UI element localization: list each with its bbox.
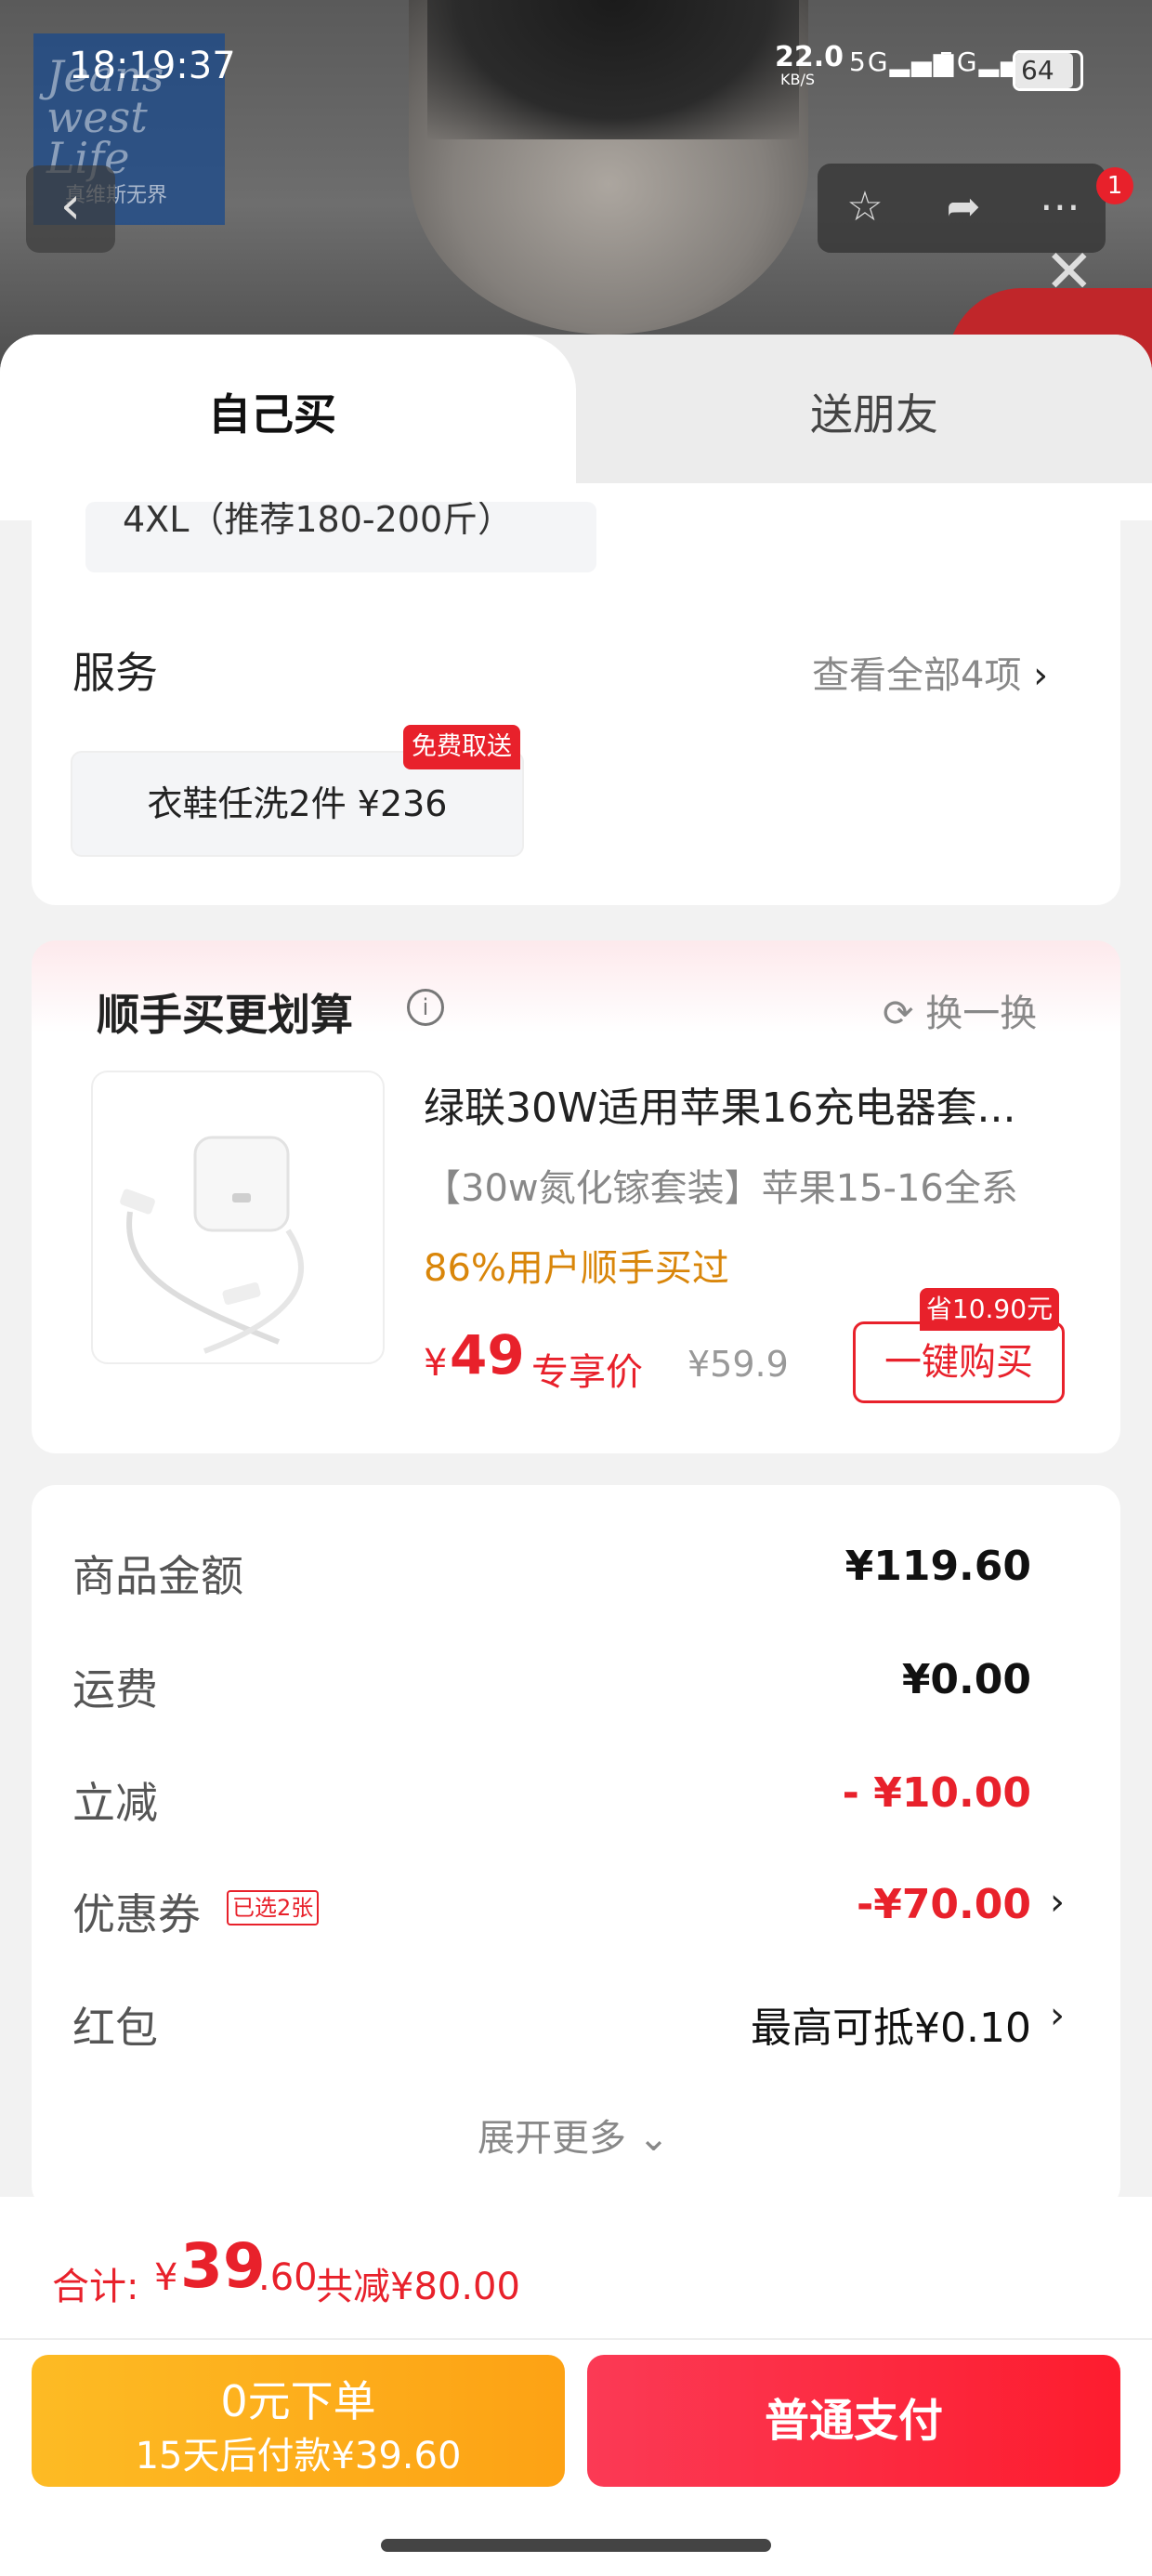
tab-self[interactable]: 自己买	[208, 381, 336, 442]
coupon-row-label[interactable]: 优惠券	[72, 1881, 201, 1942]
service-view-all[interactable]: 查看全部4项 ›	[812, 645, 1048, 699]
product-popularity: 86%用户顺手买过	[424, 1247, 729, 1290]
chevron-down-icon: ⌄	[637, 2117, 670, 2160]
favorite-star-icon[interactable]: ☆	[832, 178, 897, 238]
summary-row-value: - ¥10.00	[842, 1769, 1031, 1817]
share-icon[interactable]: ➦	[931, 178, 996, 238]
recommendation-title: 顺手买更划算	[97, 990, 353, 1040]
chevron-right-icon: ›	[1033, 654, 1049, 697]
charger-image	[120, 1136, 304, 1354]
product-subtitle: 【30w氮化镓套装】苹果15-16全系	[424, 1167, 1018, 1210]
network-speed: 22.0	[775, 41, 844, 73]
refresh-icon: ⟳	[883, 992, 914, 1035]
total-symbol: ¥	[154, 2256, 178, 2299]
zero-down-title: 0元下单	[220, 2376, 376, 2426]
signal-label-2: 5G	[938, 46, 979, 77]
savings-tag: 省10.90元	[920, 1288, 1059, 1331]
home-indicator[interactable]	[381, 2539, 771, 2552]
size-option-label: 4XL（推荐180-200斤）	[123, 502, 514, 540]
expand-more-button[interactable]: 展开更多 ⌄	[478, 2108, 669, 2162]
summary-row-label: 运费	[72, 1664, 158, 1715]
total-decimal: .60	[258, 2256, 318, 2299]
info-icon[interactable]: i	[407, 989, 444, 1026]
tab-gift[interactable]: 送朋友	[810, 381, 938, 442]
normal-pay-button[interactable]: 普通支付	[587, 2355, 1120, 2487]
summary-row-value: ¥0.00	[901, 1656, 1031, 1703]
service-free-pickup-tag: 免费取送	[403, 725, 520, 769]
chevron-left-icon: ‹	[59, 176, 82, 236]
service-title: 服务	[72, 648, 158, 698]
product-image[interactable]	[91, 1071, 385, 1364]
swap-button[interactable]: ⟳ 换一换	[883, 983, 1037, 1037]
one-click-buy-button[interactable]: 一键购买	[853, 1321, 1065, 1403]
zero-down-subtitle: 15天后付款¥39.60	[135, 2435, 462, 2477]
model-hair	[427, 0, 799, 139]
product-price: 49	[450, 1323, 525, 1387]
close-icon[interactable]: ✕	[1044, 238, 1094, 307]
expand-more-label: 展开更多	[478, 2117, 626, 2160]
chevron-right-icon[interactable]: ›	[1050, 1881, 1065, 1924]
coupon-selected-tag: 已选2张	[227, 1890, 320, 1925]
status-time: 18:19:37	[69, 45, 236, 87]
network-speed-unit: KB/S	[780, 71, 816, 88]
zero-down-button[interactable]: 0元下单 15天后付款¥39.60	[32, 2355, 565, 2487]
signal-label-1: 5G	[849, 46, 890, 77]
coupon-value[interactable]: -¥70.00	[857, 1881, 1031, 1928]
size-option[interactable]: 4XL（推荐180-200斤）	[85, 502, 596, 572]
back-button[interactable]: ‹	[26, 165, 115, 253]
total-label: 合计:	[52, 2266, 139, 2308]
service-view-all-label: 查看全部4项	[812, 654, 1022, 697]
red-packet-value[interactable]: 最高可抵¥0.10	[751, 1994, 1031, 2054]
battery-level: 64	[1021, 55, 1054, 85]
summary-row-value: ¥119.60	[844, 1543, 1031, 1590]
summary-row-label: 立减	[72, 1778, 158, 1828]
notification-badge: 1	[1096, 167, 1133, 204]
swap-label: 换一换	[925, 992, 1038, 1035]
price-symbol: ¥	[424, 1342, 448, 1385]
chevron-right-icon[interactable]: ›	[1050, 1994, 1065, 2037]
red-packet-label[interactable]: 红包	[72, 1994, 158, 2056]
more-icon[interactable]: ⋯	[1028, 178, 1093, 238]
total-amount: 39	[180, 2230, 266, 2302]
original-price: ¥59.9	[687, 1344, 789, 1385]
divider	[0, 2338, 1152, 2340]
product-name[interactable]: 绿联30W适用苹果16充电器套...	[424, 1074, 1065, 1134]
summary-row-label: 商品金额	[72, 1551, 243, 1601]
battery-icon: 64	[1013, 50, 1083, 91]
price-label: 专享价	[531, 1351, 643, 1394]
total-savings: 共减¥80.00	[316, 2266, 520, 2308]
